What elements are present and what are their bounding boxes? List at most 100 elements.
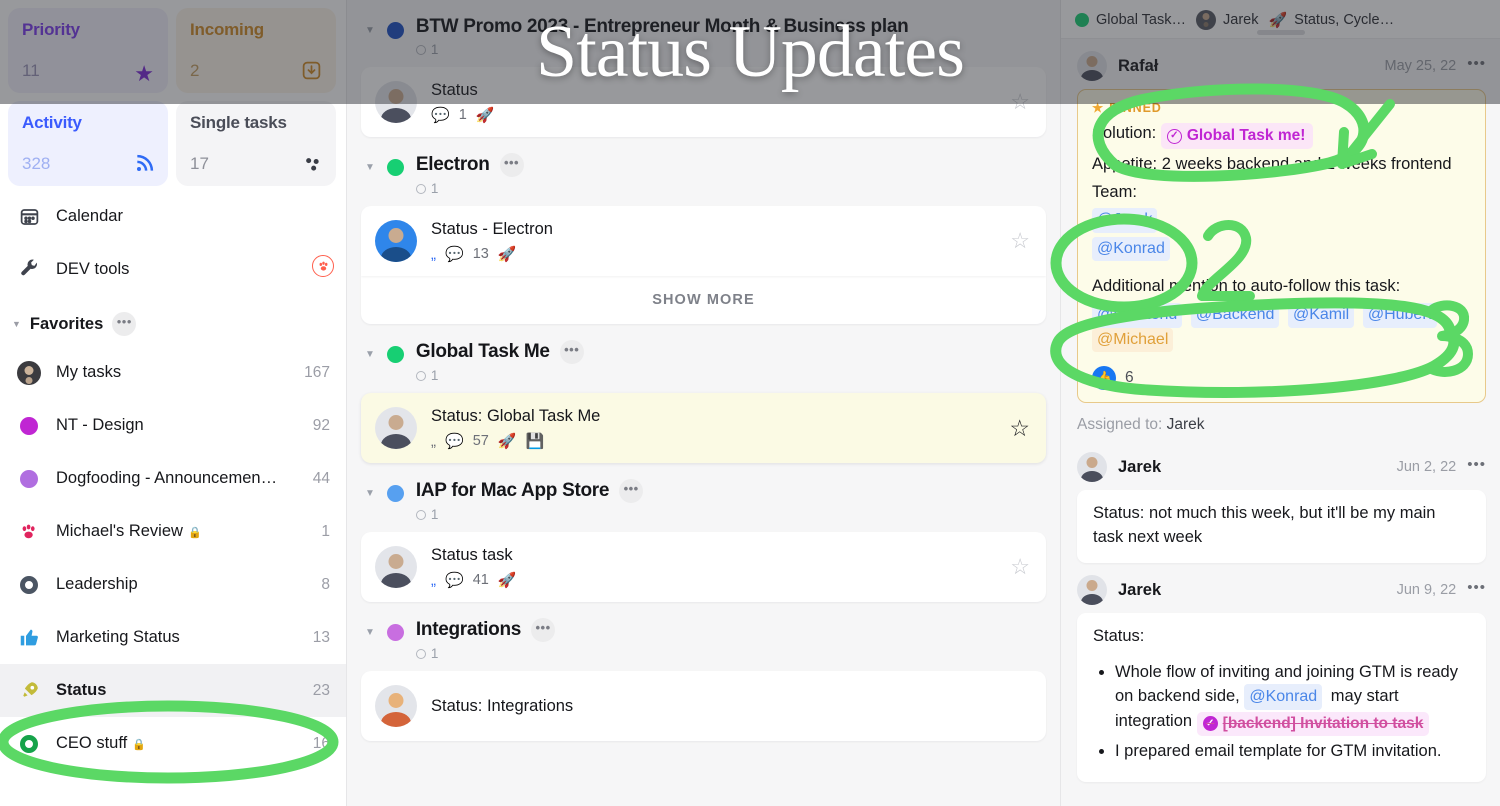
group-header[interactable]: ▼ IAP for Mac App Store ••• 1 (357, 463, 1050, 532)
star-icon: ★ (1092, 101, 1105, 115)
sidebar-item-marketing-status[interactable]: Marketing Status 13 (0, 611, 346, 664)
quick-card-activity[interactable]: Activity 328 (8, 101, 168, 186)
favorite-star-icon[interactable]: ☆ (1010, 230, 1030, 252)
group-text: Global Task Me ••• 1 (415, 340, 584, 383)
group-header[interactable]: ▼ BTW Promo 2023 - Entrepreneur Month & … (357, 0, 1050, 67)
rocket-icon: 🚀 (497, 245, 517, 263)
avatar (375, 81, 417, 123)
group-color-dot (386, 624, 404, 641)
comment-menu-icon[interactable]: ••• (1467, 457, 1486, 472)
group-menu-icon[interactable]: ••• (531, 618, 556, 642)
favorites-menu-icon[interactable]: ••• (112, 312, 137, 336)
avatar (1077, 575, 1107, 606)
task-row[interactable]: Status task „ 💬 41 🚀 ☆ (361, 532, 1046, 602)
comment-count: 41 (472, 572, 489, 588)
quick-card-incoming[interactable]: Incoming 2 (176, 8, 336, 93)
chevron-down-icon[interactable]: ▼ (365, 25, 375, 36)
thumbs-up-icon: 👍 (1092, 366, 1116, 391)
panel-resize-handle[interactable] (1256, 30, 1305, 35)
mention-chip-michael[interactable]: @Michael (1092, 327, 1174, 353)
linked-task-tag[interactable]: ✓ [backend] Invitation to task (1196, 711, 1430, 737)
mention-chip[interactable]: @Konrad (1092, 236, 1170, 262)
group-menu-icon[interactable]: ••• (619, 479, 644, 503)
mention-chip[interactable]: @Hubert (1362, 302, 1438, 328)
group-menu-icon[interactable]: ••• (559, 340, 584, 364)
chevron-down-icon[interactable]: ▼ (365, 627, 375, 638)
task-title: Status: Global Task Me (431, 407, 601, 425)
task-body: Status task „ 💬 41 🚀 (431, 546, 996, 588)
mention-chip[interactable]: @Frontend (1092, 302, 1183, 328)
comment-count: 13 (472, 246, 489, 262)
quick-card-priority[interactable]: Priority 11 ★ (8, 8, 168, 93)
comment-header: Jarek Jun 2, 22 ••• (1061, 440, 1500, 490)
sidebar-item-dogfooding[interactable]: Dogfooding - Announcemen… 44 (0, 452, 346, 505)
sidebar-item-count: 23 (312, 681, 330, 699)
sidebar-item-dev-tools[interactable]: DEV tools (0, 243, 346, 296)
chevron-down-icon[interactable]: ▼ (365, 349, 375, 360)
quick-card-title: Activity (22, 113, 82, 132)
group-color-dot (386, 485, 404, 502)
sidebar-item-leadership[interactable]: Leadership 8 (0, 558, 346, 611)
group-meta: 1 (415, 507, 643, 522)
mention-chip[interactable]: @Jarek (1092, 207, 1158, 233)
sidebar-item-label: Dogfooding - Announcemen… (56, 469, 278, 487)
task-body: Status - Electron „ 💬 13 🚀 (431, 220, 996, 262)
sidebar-item-my-tasks[interactable]: My tasks 167 (0, 346, 346, 399)
comment-body[interactable]: Status: Whole flow of inviting and joini… (1077, 613, 1486, 783)
task-row[interactable]: Status: Integrations (361, 671, 1046, 741)
breadcrumb-assignee-label: Jarek (1223, 12, 1259, 28)
group-header[interactable]: ▼ Electron ••• 1 (357, 137, 1050, 206)
breadcrumb-assignee[interactable]: Jarek (1196, 10, 1258, 30)
ring-icon (16, 734, 42, 753)
sidebar-item-calendar[interactable]: Calendar (0, 190, 346, 243)
mention-chip[interactable]: @Kamil (1287, 302, 1355, 328)
favorite-star-icon[interactable]: ☆ (1009, 416, 1030, 440)
mention-chip[interactable]: @Konrad (1244, 684, 1323, 710)
sidebar-item-label: DEV tools (56, 260, 130, 278)
sidebar-item-nt-design[interactable]: NT - Design 92 (0, 399, 346, 452)
favorite-star-icon[interactable]: ☆ (1010, 556, 1030, 578)
group-text: IAP for Mac App Store ••• 1 (415, 479, 644, 522)
group-menu-icon[interactable]: ••• (499, 153, 524, 177)
quick-card-single-tasks[interactable]: Single tasks 17 (176, 101, 336, 186)
quick-card-count: 2 (190, 61, 200, 80)
chevron-down-icon[interactable]: ▼ (365, 488, 375, 499)
sidebar-item-ceo-stuff[interactable]: CEO stuff 🔒 16 (0, 717, 346, 770)
linked-task-label: [backend] Invitation to task (1222, 714, 1424, 732)
comment-menu-icon[interactable]: ••• (1467, 580, 1486, 595)
sidebar-item-status[interactable]: Status 23 (0, 664, 346, 717)
task-meta: „ 💬 41 🚀 (431, 572, 996, 588)
task-row-selected[interactable]: Status: Global Task Me „ 💬 57 🚀 💾 ☆ (361, 393, 1046, 463)
favorites-header[interactable]: ▼ Favorites ••• (0, 296, 346, 346)
comment-menu-icon[interactable]: ••• (1467, 56, 1486, 71)
chevron-down-icon[interactable]: ▼ (365, 162, 375, 173)
quick-card-title: Single tasks (190, 113, 287, 132)
rocket-icon: 🚀 (497, 571, 517, 589)
task-row[interactable]: Status - Electron „ 💬 13 🚀 ☆ (361, 206, 1046, 276)
avatar (375, 407, 417, 449)
comment-bullet-list: Whole flow of inviting and joining GTM i… (1115, 661, 1470, 765)
thumbs-up-icon (16, 627, 42, 648)
comment-body[interactable]: Status: not much this week, but it'll be… (1077, 490, 1486, 564)
followers-mentions: @Frontend @Backend @Kamil @Hubert @Micha… (1092, 302, 1471, 353)
reaction-badge[interactable]: 👍 6 (1092, 366, 1134, 391)
detail-body[interactable]: Rafał May 25, 22 ••• ★ PINNED Solution: … (1061, 39, 1500, 806)
group-header[interactable]: ▼ Global Task Me ••• 1 (357, 324, 1050, 393)
task-list-column[interactable]: ▼ BTW Promo 2023 - Entrepreneur Month & … (347, 0, 1060, 806)
breadcrumb-project[interactable]: Global Task… (1075, 12, 1186, 28)
pinned-badge: ★ PINNED (1092, 100, 1471, 116)
sidebar-item-count: 8 (321, 575, 330, 593)
group-header[interactable]: ▼ Integrations ••• 1 (357, 602, 1050, 671)
sidebar-item-michaels-review[interactable]: Michael's Review 🔒 1 (0, 505, 346, 558)
favorite-star-icon[interactable]: ☆ (1010, 91, 1030, 113)
breadcrumb-tags[interactable]: 🚀 Status, Cycle… (1268, 11, 1394, 29)
task-row[interactable]: Status 💬 1 🚀 ☆ (361, 67, 1046, 137)
mention-chip[interactable]: @Backend (1190, 302, 1280, 328)
solution-tag[interactable]: ✓ Global Task me! (1160, 123, 1314, 150)
show-more-button[interactable]: SHOW MORE (361, 276, 1046, 324)
reaction-count: 6 (1125, 369, 1134, 387)
sidebar: Priority 11 ★ Incoming 2 Activity 328 Si… (0, 0, 347, 806)
comment-date: Jun 2, 22 (1396, 459, 1457, 476)
group-color-dot (386, 159, 404, 176)
pinned-comment[interactable]: ★ PINNED Solution: ✓ Global Task me! App… (1077, 89, 1486, 404)
